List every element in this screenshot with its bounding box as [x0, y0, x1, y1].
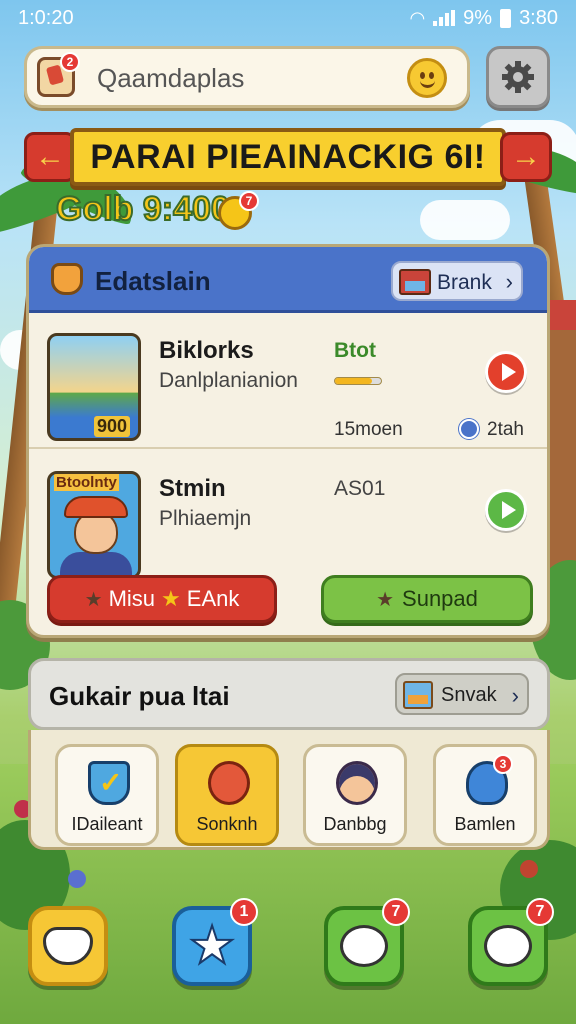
chevron-right-icon: ›: [511, 683, 519, 708]
rank-label: Brank: [437, 271, 492, 294]
tile-sonknh[interactable]: Sonknh: [175, 744, 279, 846]
shield-check-icon: [88, 761, 130, 805]
status-bar: 1:0:20 ◠ 9% 3:80: [0, 0, 576, 36]
dock-chat-button[interactable]: 7: [324, 898, 410, 986]
tile-label: Bamlen: [454, 814, 516, 834]
shopping-bag-icon[interactable]: 2: [37, 52, 80, 97]
blob-icon: 3: [466, 754, 513, 805]
star-icon: ★: [84, 588, 103, 611]
dock-badge: 7: [526, 898, 554, 926]
item-subtitle: Danlplanianion: [159, 369, 298, 392]
card-header: Edatslain Brank ›: [29, 247, 547, 313]
item-progress-bar: [334, 377, 382, 385]
settings-button[interactable]: [486, 46, 550, 108]
dock-badge: 7: [382, 898, 410, 926]
chevron-right-icon: ›: [505, 269, 513, 294]
tile-grid: IDaileant Sonknh Danbbg 3 Bamlen: [28, 730, 550, 850]
tile-badge: 3: [493, 754, 513, 774]
status-time-right: 3:80: [519, 6, 558, 29]
thumbnail-label: Btoolnty: [54, 474, 119, 491]
misu-bank-button[interactable]: ★ Misu ★ EAnk: [47, 575, 277, 623]
progress-fill: [335, 378, 372, 384]
search-input[interactable]: Qaamdaplas: [97, 63, 244, 94]
status-time-left: 1:0:20: [18, 6, 74, 29]
item-time: 15moen: [334, 419, 403, 440]
fox-icon: [51, 263, 83, 295]
section-header: Gukair pua ltai Snvak ›: [28, 658, 550, 730]
list-item[interactable]: 900 Biklorks Danlplanianion Btot 15moen …: [29, 319, 547, 449]
section-title: Gukair pua ltai: [49, 681, 230, 711]
star-icon: ★: [161, 586, 181, 611]
banner-title: PARAI PIEAINACKIG 6I!: [70, 128, 506, 186]
item-tag: AS01: [334, 477, 386, 500]
dock-badge: 1: [230, 898, 258, 926]
tile-label: IDaileant: [71, 814, 143, 834]
play-button[interactable]: [485, 351, 527, 393]
tile-dailant[interactable]: IDaileant: [55, 744, 159, 846]
rank-button[interactable]: Brank ›: [391, 261, 523, 301]
tile-danbbg[interactable]: Danbbg: [303, 744, 407, 846]
item-tag: Btot: [334, 339, 376, 362]
tile-label: Sonknh: [196, 814, 258, 834]
item-thumbnail: 900: [47, 333, 141, 441]
red-button-left-label: Misu: [108, 586, 156, 611]
event-banner: ← PARAI PIEAINACKIG 6I! →: [24, 128, 552, 186]
card-title: Edatslain: [95, 266, 211, 296]
gear-icon: [502, 61, 534, 93]
coin-badge: 7: [239, 191, 259, 211]
play-button[interactable]: [485, 489, 527, 531]
shop-icon: [399, 269, 431, 295]
green-button-label: Sunpad: [402, 586, 478, 611]
star-icon: ★: [376, 588, 395, 611]
signal-icon: [433, 10, 456, 26]
wifi-icon: ◠: [409, 7, 426, 28]
bag-badge: 2: [60, 52, 80, 72]
map-icon: [403, 681, 433, 709]
tile-label: Danbbg: [323, 814, 387, 834]
tile-bamlen[interactable]: 3 Bamlen: [433, 744, 537, 846]
coin-cat-icon: 7: [218, 191, 259, 230]
item-thumbnail: Btoolnty: [47, 471, 141, 579]
battery-icon: [500, 8, 512, 28]
coin-counter: Golb 9:400: [55, 189, 231, 229]
dock-star-button[interactable]: ★ 1: [172, 898, 258, 986]
red-button-right-label: EAnk: [186, 586, 240, 611]
speech-bubble-icon: [208, 761, 250, 805]
quest-card: Edatslain Brank › 900 Biklorks Danlplani…: [26, 244, 550, 638]
banner-next-button[interactable]: →: [500, 132, 552, 182]
sunpad-button[interactable]: ★ Sunpad: [321, 575, 533, 623]
banner-prev-button[interactable]: ←: [24, 132, 76, 182]
snvak-label: Snvak: [441, 684, 497, 706]
item-subtitle: Plhiaemjn: [159, 507, 252, 530]
dock-cat-button[interactable]: [28, 906, 108, 986]
girl-avatar-icon: [336, 761, 378, 805]
smile-chat-icon: [484, 925, 532, 967]
thumbnail-label: 900: [94, 416, 131, 437]
item-name: Stmin: [159, 475, 226, 502]
item-meta: 2tah: [487, 419, 524, 440]
cat-face-icon: [43, 927, 93, 965]
snvak-button[interactable]: Snvak ›: [395, 673, 529, 715]
smiley-icon[interactable]: [407, 58, 447, 98]
battery-percent: 9%: [463, 6, 493, 29]
cloud-chat-icon: [340, 925, 388, 967]
star-icon: ★: [188, 917, 237, 975]
list-item[interactable]: Btoolnty Stmin Plhiaemjn AS01: [29, 457, 547, 587]
clock-icon: [459, 419, 479, 439]
item-name: Biklorks: [159, 337, 254, 364]
dock-message-button[interactable]: 7: [468, 898, 554, 986]
search-bar[interactable]: 2 Qaamdaplas: [24, 46, 470, 108]
